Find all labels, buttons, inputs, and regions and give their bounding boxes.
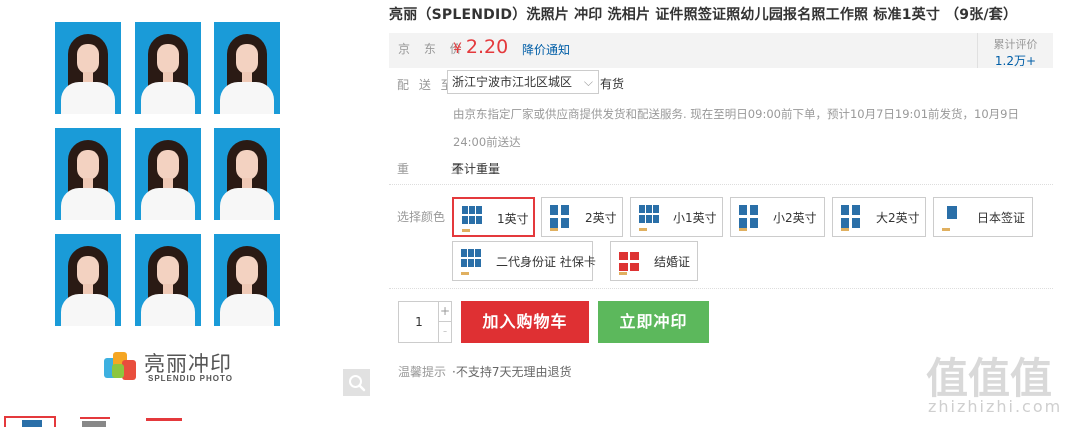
option-small-2-inch[interactable]: 小2英寸 bbox=[730, 197, 825, 237]
option-thumb-icon bbox=[839, 202, 863, 232]
id-photo bbox=[214, 22, 280, 114]
option-label: 大2英寸 bbox=[876, 211, 920, 225]
option-marriage-certificate[interactable]: 结婚证 bbox=[610, 241, 698, 281]
id-photo bbox=[135, 22, 201, 114]
stock-status: 有货 bbox=[600, 77, 625, 91]
product-title: 亮丽（SPLENDID）洗照片 冲印 洗相片 证件照签证照幼儿园报名照工作照 标… bbox=[389, 7, 1018, 23]
watermark-text: zhizhizhi.com bbox=[928, 397, 1063, 416]
option-2-inch[interactable]: 2英寸 bbox=[541, 197, 623, 237]
price-box: 京 东 价 ¥2.20 降价通知 累计评价 1.2万+ bbox=[389, 33, 1053, 68]
option-thumb-icon bbox=[459, 246, 483, 276]
magnifier-icon bbox=[348, 374, 365, 391]
review-count[interactable]: 1.2万+ bbox=[978, 52, 1053, 69]
quantity-input[interactable] bbox=[399, 302, 439, 342]
shipping-note: 由京东指定厂家或供应商提供发货和配送服务. 现在至明日09:00前下单，预计10… bbox=[453, 107, 1019, 149]
option-thumb-icon bbox=[637, 202, 661, 232]
quantity-stepper: + - bbox=[398, 301, 452, 343]
option-label: 结婚证 bbox=[654, 255, 691, 269]
id-photo bbox=[55, 128, 121, 220]
option-small-1-inch[interactable]: 小1英寸 bbox=[630, 197, 723, 237]
print-now-button[interactable]: 立即冲印 bbox=[598, 301, 709, 343]
add-to-cart-button[interactable]: 加入购物车 bbox=[461, 301, 589, 343]
id-photo bbox=[214, 128, 280, 220]
quantity-increase-button[interactable]: + bbox=[438, 302, 451, 322]
product-gallery: 亮丽冲印 SPLENDID PHOTO bbox=[0, 0, 372, 427]
price-value: ¥2.20 bbox=[453, 36, 508, 58]
id-photo bbox=[135, 128, 201, 220]
option-label: 二代身份证 社保卡 bbox=[496, 255, 596, 269]
option-1-inch[interactable]: 1英寸 bbox=[452, 197, 535, 237]
brand-logo: 亮丽冲印 SPLENDID PHOTO bbox=[104, 348, 244, 388]
option-japan-visa[interactable]: 日本签证 bbox=[933, 197, 1033, 237]
address-value: 浙江宁波市江北区城区 bbox=[452, 75, 573, 89]
address-selector[interactable]: 浙江宁波市江北区城区 ⌵ bbox=[447, 70, 600, 94]
thumbnail-strip bbox=[0, 412, 372, 427]
divider bbox=[389, 288, 1053, 289]
tips-value: ·不支持7天无理由退货 bbox=[452, 365, 572, 379]
quantity-decrease-button[interactable]: - bbox=[438, 322, 451, 342]
id-photo bbox=[55, 22, 121, 114]
brand-mark-icon bbox=[104, 352, 136, 384]
thumbnail-item[interactable] bbox=[70, 416, 122, 427]
option-thumb-icon bbox=[460, 203, 484, 233]
option-label: 小2英寸 bbox=[773, 211, 817, 225]
option-thumb-icon bbox=[548, 202, 572, 232]
review-summary[interactable]: 累计评价 1.2万+ bbox=[977, 33, 1053, 68]
color-label: 选择颜色 bbox=[397, 210, 446, 224]
currency-symbol: ¥ bbox=[453, 41, 462, 57]
thumbnail-item[interactable] bbox=[4, 416, 56, 427]
divider bbox=[389, 184, 1053, 185]
price-amount: 2.20 bbox=[465, 36, 509, 58]
option-label: 2英寸 bbox=[585, 211, 617, 225]
option-label: 1英寸 bbox=[497, 212, 529, 226]
tips-label: 温馨提示 bbox=[398, 365, 447, 379]
option-label: 日本签证 bbox=[977, 211, 1026, 225]
brand-name-en: SPLENDID PHOTO bbox=[148, 374, 233, 383]
zoom-button[interactable] bbox=[343, 369, 370, 396]
id-photo bbox=[135, 234, 201, 326]
option-thumb-icon bbox=[940, 202, 964, 232]
option-thumb-icon bbox=[737, 202, 761, 232]
product-page: 亮丽冲印 SPLENDID PHOTO 亮丽（SPLENDID）洗照片 冲印 洗… bbox=[0, 0, 1073, 427]
review-label: 累计评价 bbox=[993, 38, 1038, 51]
option-thumb-icon bbox=[617, 246, 641, 276]
option-label: 小1英寸 bbox=[673, 211, 717, 225]
thumbnail-item[interactable] bbox=[140, 416, 192, 427]
price-drop-notify-link[interactable]: 降价通知 bbox=[522, 41, 570, 58]
weight-value: 不计重量 bbox=[452, 162, 501, 176]
id-photo bbox=[214, 234, 280, 326]
option-id-card-social-security[interactable]: 二代身份证 社保卡 bbox=[452, 241, 596, 281]
id-photo bbox=[55, 234, 121, 326]
chevron-down-icon: ⌵ bbox=[583, 75, 594, 89]
main-product-image[interactable]: 亮丽冲印 SPLENDID PHOTO bbox=[0, 0, 372, 400]
site-watermark: 值值值 zhizhizhi.com bbox=[926, 345, 1066, 425]
option-large-2-inch[interactable]: 大2英寸 bbox=[832, 197, 926, 237]
